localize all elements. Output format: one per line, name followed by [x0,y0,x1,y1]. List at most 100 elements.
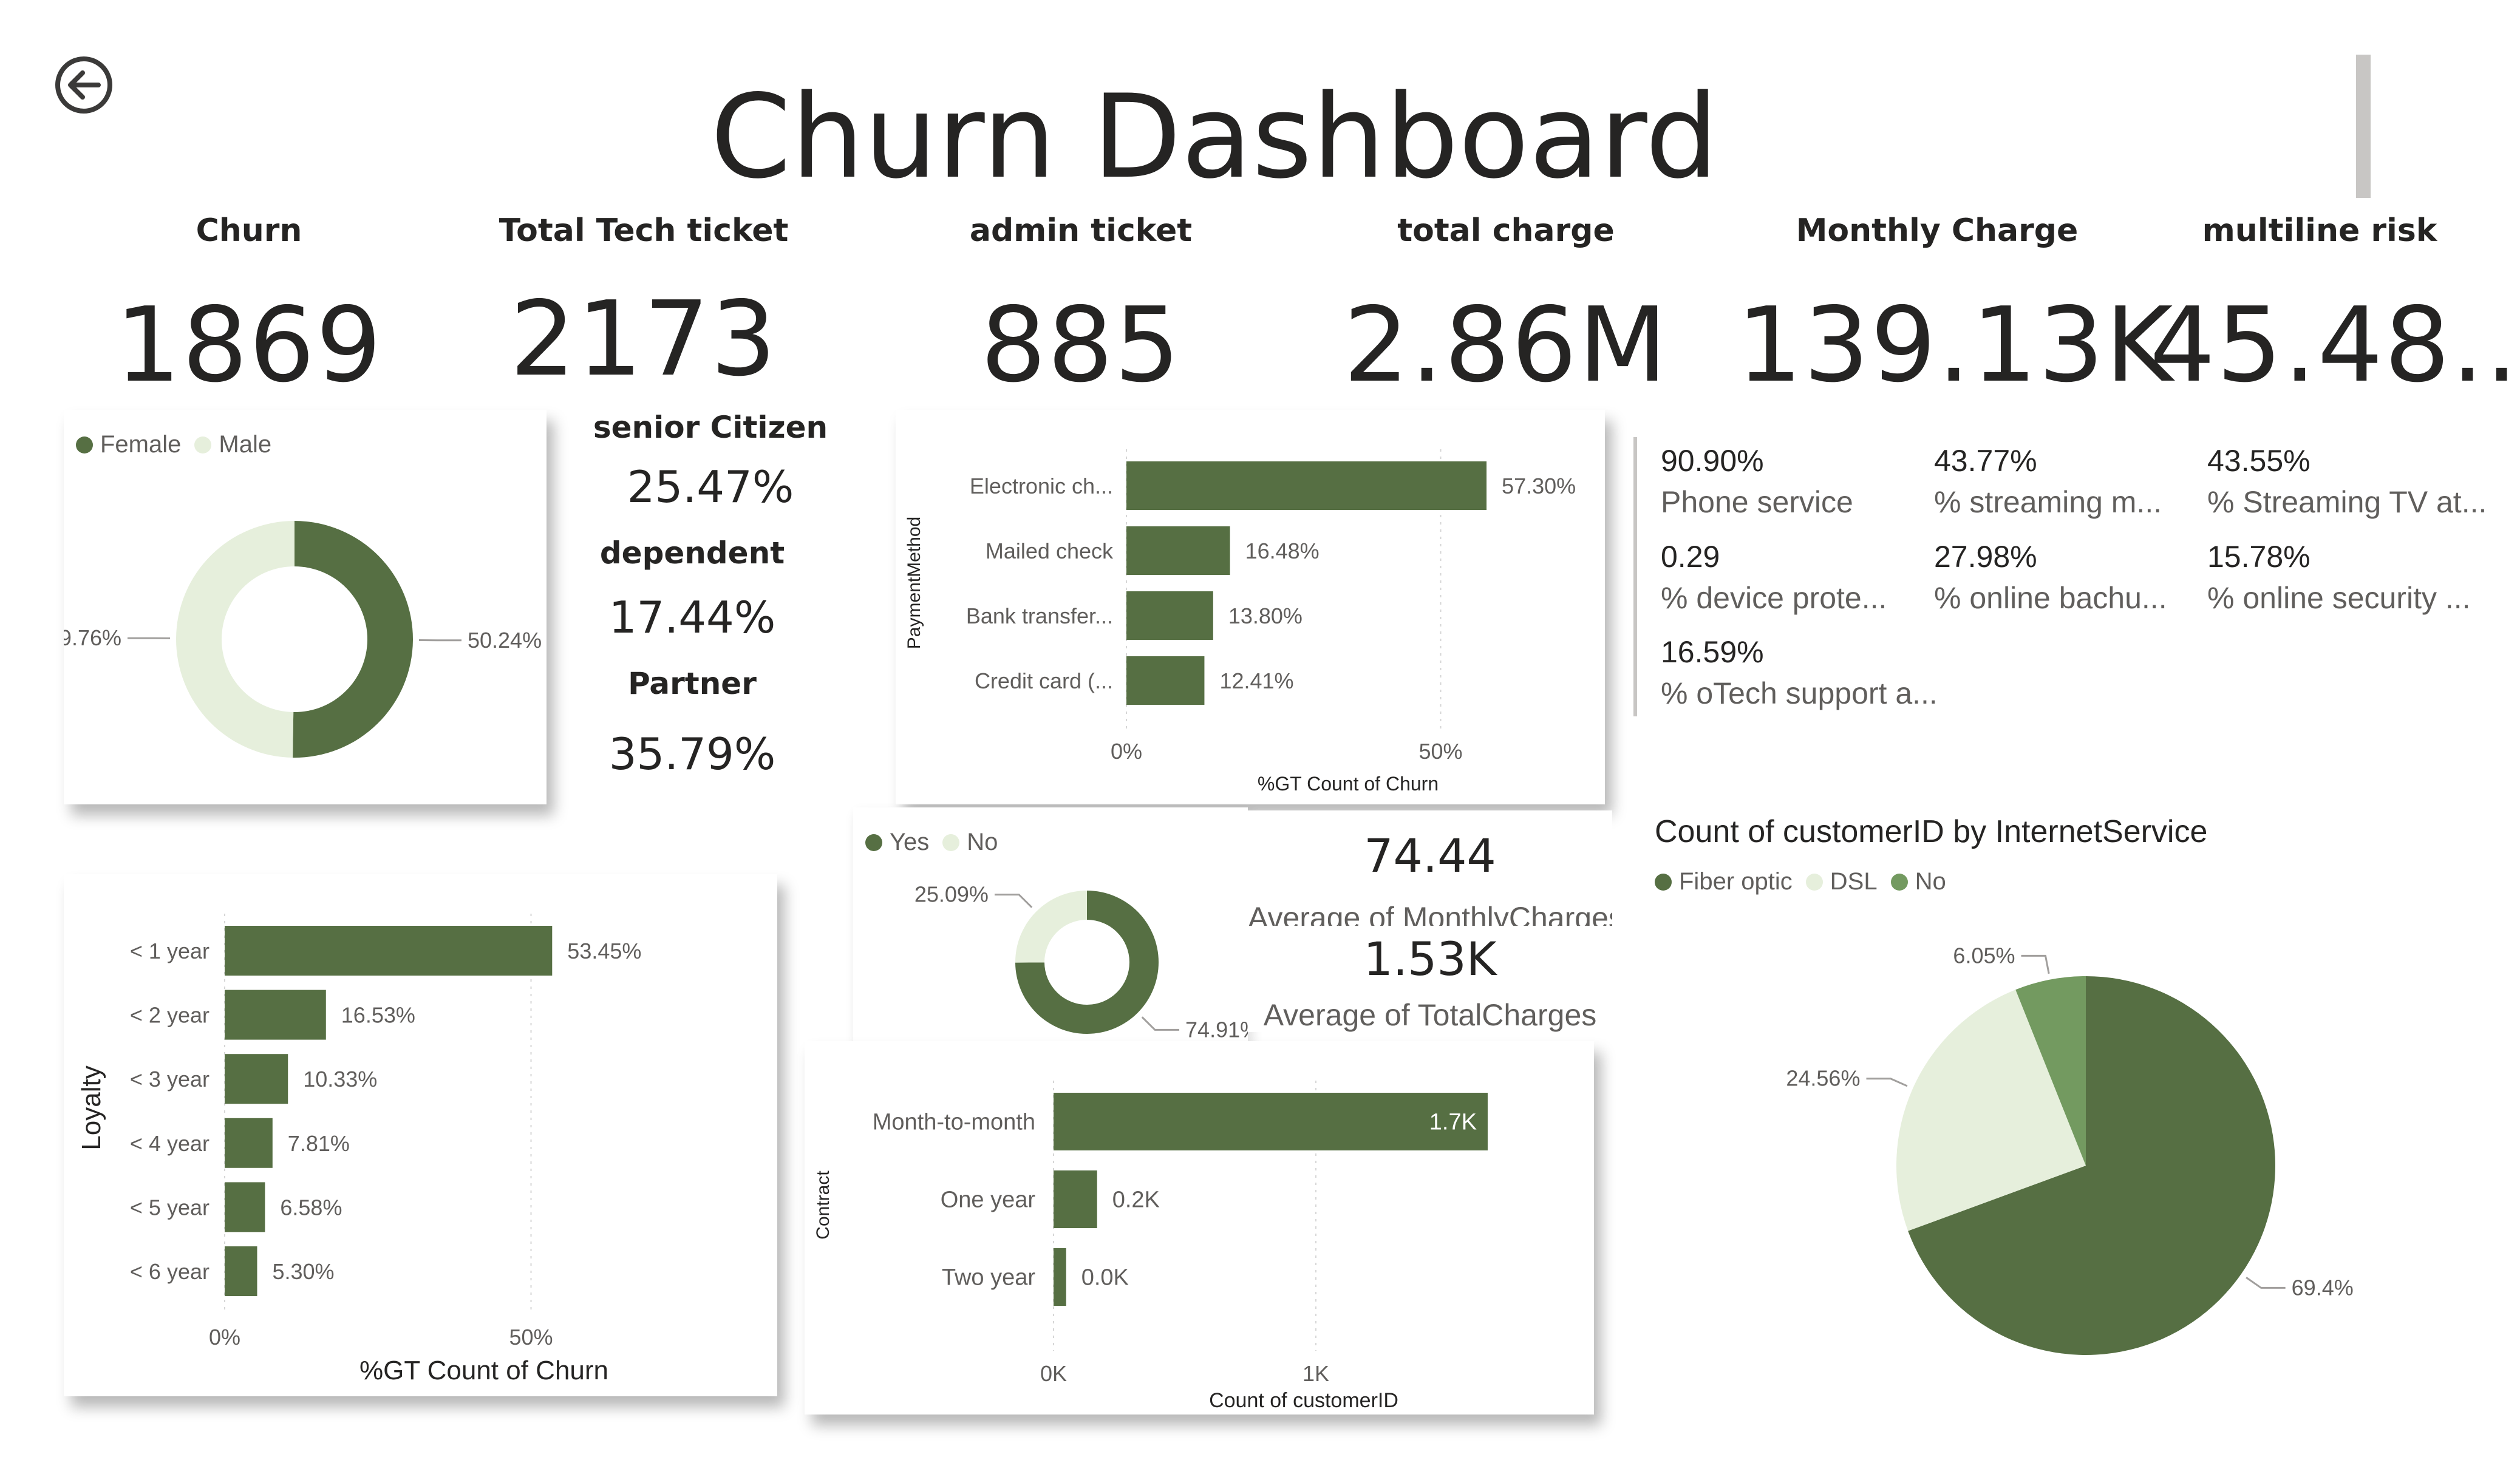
gender-donut-card[interactable]: Female Male 50.24%49.76% [64,410,547,804]
payment-chart-x-tick-label: 50% [1418,739,1462,764]
multirow-label: % online security ... [2207,581,2471,615]
loyalty-chart-category-label: < 3 year [130,1067,209,1092]
contract-chart-data-label: 0.2K [1112,1187,1160,1213]
dependent-value: 17.44% [608,592,776,643]
contract-chart-category-label: One year [941,1187,1036,1213]
payment-chart-bar[interactable] [1126,656,1205,705]
loyalty-chart-category-label: < 4 year [130,1131,209,1156]
contract-chart-category-label: Two year [942,1265,1036,1291]
gender-donut-slice-female[interactable] [293,521,413,758]
dependent-label: dependent [599,535,785,571]
loyalty-chart-data-label: 6.58% [280,1195,342,1220]
payment-chart-data-label: 12.41% [1219,668,1293,693]
multirow-value: 16.59% [1661,635,1764,669]
contract-chart-data-label: 0.0K [1081,1265,1129,1291]
contract-card[interactable]: 0K 1K Month-to-month 1.7K One year 0.2K Two ye… [805,1041,1594,1415]
partner-label: Partner [628,666,757,701]
loyalty-chart-x-tick-label: 50% [509,1325,553,1350]
payment-chart-data-label: 13.80% [1228,603,1303,628]
payment-chart-category-label: Credit card (... [975,668,1113,693]
internet-pie-data-label: 69.4% [2292,1275,2354,1300]
kpi-label: Monthly Charge [1796,212,2079,249]
back-button[interactable] [53,55,114,115]
kpi-label: admin ticket [969,212,1193,249]
kpi-label: Churn [196,212,302,249]
loyalty-chart-category-label: < 6 year [130,1259,209,1284]
avg-total-charges-card: 1.53K Average of TotalCharges [1248,926,1612,1032]
kpi-value: 139.13K [1737,285,2174,406]
payment-chart-bar[interactable] [1126,526,1230,575]
kpi-label: multiline risk [2202,212,2437,249]
internet-pie-leader-line [1866,1078,1908,1087]
loyalty-chart-y-axis-title: Loyalty [77,1065,106,1150]
partner-value: 35.79% [608,728,776,779]
kpi-value: 45.48... [2150,285,2520,406]
contract-chart-data-label: 1.7K [1429,1110,1477,1135]
kpi-value: 2.86M [1343,285,1669,406]
multirow-value: 90.90% [1661,444,1764,478]
internet-pie-leader-line [2246,1277,2286,1289]
loyalty-chart-category-label: < 2 year [130,1003,209,1028]
services-multirow-card: 90.90% Phone service 43.77% % streaming … [1633,425,2496,716]
payment-chart-category-label: Electronic ch... [970,474,1113,498]
multirow-value: 27.98% [1934,540,2037,574]
internet-pie-data-label: 24.56% [1786,1066,1860,1091]
contract-chart-x-axis-title: Count of customerID [1209,1389,1398,1412]
loyalty-chart-bar[interactable] [225,926,553,976]
contract-chart-x-tick-label: 0K [1040,1361,1067,1386]
loyalty-chart-data-label: 7.81% [288,1131,350,1156]
internet-service-card[interactable]: Count of customerID by InternetService F… [1640,801,2502,1408]
multirow-label: % Streaming TV at... [2207,485,2487,519]
contract-chart-y-axis-title: Contract [813,1170,833,1240]
multirow-value: 43.77% [1934,444,2037,478]
yes-no-donut-leader-line [1141,1016,1180,1031]
loyalty-chart-category-label: < 5 year [130,1195,209,1220]
payment-method-card[interactable]: 0% 50% Electronic ch... 57.30% Mailed check 1… [896,410,1605,804]
loyalty-chart-bar[interactable] [225,1246,257,1296]
payment-chart-category-label: Mailed check [986,538,1114,563]
loyalty-chart-data-label: 5.30% [272,1259,334,1284]
loyalty-chart-bar[interactable] [225,1054,288,1104]
payment-chart-category-label: Bank transfer... [966,603,1113,628]
senior-citizen-label: senior Citizen [593,410,828,445]
loyalty-chart-bar[interactable] [225,990,326,1040]
payment-chart-bar[interactable] [1126,461,1487,510]
arrow-left-circle-icon [55,56,112,114]
yes-no-donut-data-label: 74.91% [1185,1017,1248,1042]
avg-monthly-charges-card: 74.44 Average of MonthlyCharges [1248,810,1612,926]
page-title: Churn Dashboard [710,70,1718,204]
payment-chart-bar[interactable] [1126,591,1213,640]
avg-total-value: 1.53K [1363,932,1497,986]
multirow-label: % device prote... [1661,581,1887,615]
loyalty-chart-bar[interactable] [225,1118,273,1168]
payment-chart-x-axis-title: %GT Count of Churn [1258,773,1439,795]
loyalty-chart-category-label: < 1 year [130,939,209,963]
kpi-label: Total Tech ticket [499,212,789,249]
gender-donut-chart: 50.24% 49.76% [64,521,542,758]
payment-chart-x-tick-label: 0% [1111,739,1142,764]
kpi-label: total charge [1397,212,1615,249]
kpi-value: 1869 [115,285,383,406]
loyalty-chart-x-axis-title: %GT Count of Churn [359,1356,608,1385]
contract-chart-bar[interactable] [1054,1170,1097,1228]
loyalty-chart-bar[interactable] [225,1182,265,1232]
avg-monthly-value: 74.44 [1364,829,1496,883]
yes-no-donut-chart: 74.91% 25.09% [914,882,1248,1042]
gender-donut-data-label: 50.24% [468,628,542,653]
avg-total-label: Average of TotalCharges [1263,998,1597,1032]
loyalty-card[interactable]: 0% 50% < 1 year 53.45% < 2 year 16.53% < 3 yea… [64,874,777,1396]
loyalty-chart-data-label: 16.53% [341,1003,415,1028]
contract-chart-x-tick-label: 1K [1303,1361,1329,1386]
gender-donut-slice-male[interactable] [175,521,295,758]
yes-no-donut-data-label: 25.09% [914,882,989,907]
internet-pie-data-label: 6.05% [1953,943,2015,968]
multirow-label: % oTech support a... [1661,676,1938,710]
payment-chart-data-label: 57.30% [1502,474,1576,498]
payment-method-chart: 0% 50% Electronic ch... 57.30% Mailed check 1… [904,449,1576,795]
yes-no-donut-card[interactable]: Yes No 74.91%25.09% [853,807,1248,1062]
multirow-value: 43.55% [2207,444,2311,478]
internet-service-pie-chart: 69.4% 24.56% 6.05% [1786,943,2354,1355]
contract-chart-bar[interactable] [1054,1093,1488,1150]
contract-chart-bar[interactable] [1054,1248,1066,1306]
internet-pie-leader-line [2021,954,2050,974]
